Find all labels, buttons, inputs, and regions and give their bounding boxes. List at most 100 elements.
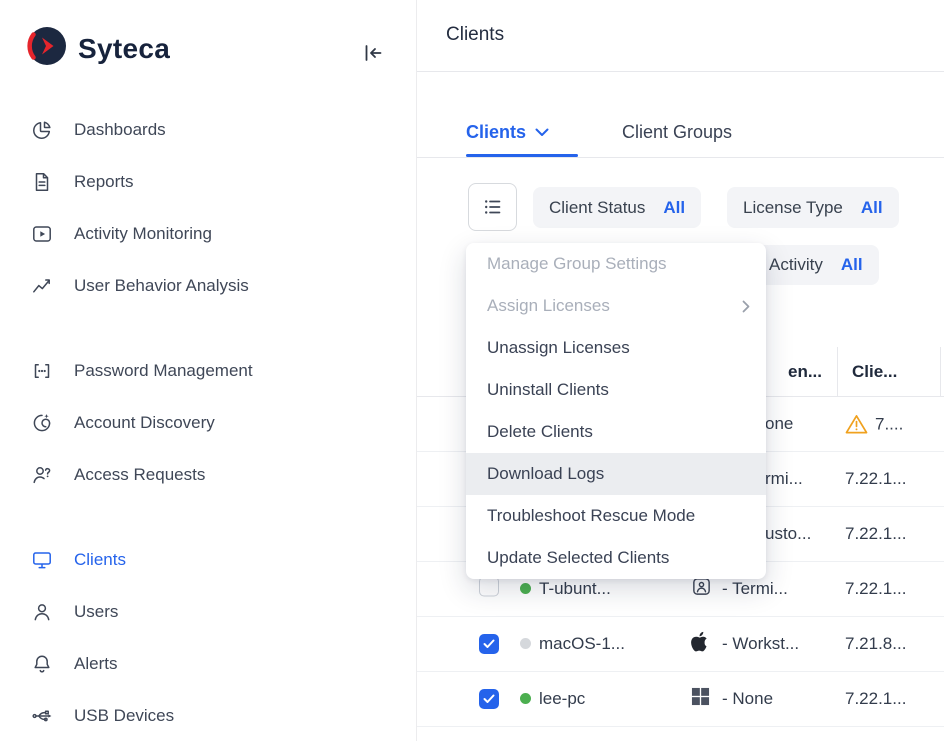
sidebar-item-label: Access Requests: [74, 465, 205, 485]
usb-devices-icon: [30, 704, 54, 728]
reports-icon: [30, 170, 54, 194]
sidebar-item-label: Dashboards: [74, 120, 166, 140]
sidebar-item-activity-monitoring[interactable]: Activity Monitoring: [0, 208, 416, 260]
menu-item-download-logs[interactable]: Download Logs: [466, 453, 766, 495]
activity-monitoring-icon: [30, 222, 54, 246]
client-version-text: 7.22.1...: [845, 689, 906, 709]
filter-activity[interactable]: Activity All: [753, 245, 879, 285]
column-header-client-version: Clie...: [852, 362, 897, 382]
tab-clients[interactable]: Clients: [466, 122, 549, 143]
menu-item-unassign-licenses[interactable]: Unassign Licenses: [466, 327, 766, 369]
list-icon: [482, 196, 504, 218]
client-type-cell: - Workst...: [722, 634, 799, 654]
sidebar-item-password-management[interactable]: Password Management: [0, 345, 416, 397]
sidebar-item-access-requests[interactable]: Access Requests: [0, 449, 416, 501]
tabs-divider: [417, 157, 944, 158]
client-type-cell: usto...: [765, 524, 811, 544]
client-version-cell: 7.22.1...: [845, 579, 906, 599]
sidebar-item-label: Password Management: [74, 361, 253, 381]
filter-value: All: [861, 198, 883, 218]
column-divider: [837, 347, 838, 397]
client-version-cell: 7.22.1...: [845, 524, 906, 544]
account-discovery-icon: [30, 411, 54, 435]
sidebar-item-alerts[interactable]: Alerts: [0, 638, 416, 690]
menu-item-troubleshoot-rescue-mode[interactable]: Troubleshoot Rescue Mode: [466, 495, 766, 537]
table-row[interactable]: macOS-1... - Workst... 7.21.8...: [417, 617, 944, 672]
client-version-cell: 7....: [845, 414, 903, 435]
sidebar-nav: Dashboards Reports Activity Monitoring U…: [0, 104, 416, 741]
client-name-cell: macOS-1...: [539, 634, 625, 654]
clients-icon: [30, 548, 54, 572]
client-version-text: 7.21.8...: [845, 634, 906, 654]
user-behavior-icon: [30, 274, 54, 298]
menu-item-update-selected-clients[interactable]: Update Selected Clients: [466, 537, 766, 579]
windows-os-icon: [691, 687, 710, 711]
status-online-dot: [520, 583, 531, 594]
logo-text: Syteca: [78, 33, 170, 65]
sidebar-item-dashboards[interactable]: Dashboards: [0, 104, 416, 156]
check-icon: [483, 694, 495, 704]
column-header: en...: [788, 362, 822, 382]
client-name-cell: T-ubunt...: [539, 579, 611, 599]
menu-item-assign-licenses: Assign Licenses: [466, 285, 766, 327]
client-version-cell: 7.22.1...: [845, 469, 906, 489]
sidebar-item-user-behavior-analysis[interactable]: User Behavior Analysis: [0, 260, 416, 312]
filter-client-status[interactable]: Client Status All: [533, 187, 701, 228]
main-content: Clients Clients Client Groups Client Sta…: [417, 0, 944, 741]
sidebar-item-label: Activity Monitoring: [74, 224, 212, 244]
client-name-cell: lee-pc: [539, 689, 585, 709]
row-checkbox[interactable]: [479, 689, 499, 709]
bulk-actions-button[interactable]: [468, 183, 517, 231]
sidebar-item-usb-devices[interactable]: USB Devices: [0, 690, 416, 741]
access-requests-icon: [30, 463, 54, 487]
client-type-cell: - None: [722, 689, 773, 709]
sidebar-item-label: Users: [74, 602, 118, 622]
filter-license-type[interactable]: License Type All: [727, 187, 899, 228]
client-version-cell: 7.21.8...: [845, 634, 906, 654]
client-type-cell: one: [765, 414, 793, 434]
filter-value: All: [841, 255, 863, 275]
chevron-right-icon: [742, 300, 750, 313]
page-title: Clients: [446, 24, 504, 46]
collapse-arrow-icon: [362, 42, 384, 64]
alerts-icon: [30, 652, 54, 676]
sidebar-item-clients[interactable]: Clients: [0, 534, 416, 586]
bulk-actions-menu: Manage Group Settings Assign Licenses Un…: [466, 243, 766, 579]
menu-item-label: Assign Licenses: [487, 296, 610, 316]
client-version-cell: 7.22.1...: [845, 689, 906, 709]
header-divider: [417, 71, 944, 72]
sidebar-item-label: Alerts: [74, 654, 117, 674]
client-version-text: 7....: [875, 414, 903, 434]
users-icon: [30, 600, 54, 624]
sidebar-item-label: Account Discovery: [74, 413, 215, 433]
filter-label: Activity: [769, 255, 823, 275]
logo: Syteca: [27, 26, 170, 71]
sidebar-item-users[interactable]: Users: [0, 586, 416, 638]
client-type-cell: rmi...: [765, 469, 803, 489]
sidebar: Syteca Dashboards Reports: [0, 0, 417, 741]
linux-os-icon: [691, 576, 712, 602]
password-management-icon: [30, 359, 54, 383]
collapse-sidebar-button[interactable]: [360, 40, 386, 66]
tab-client-groups[interactable]: Client Groups: [622, 122, 732, 143]
client-type-cell: - Termi...: [722, 579, 788, 599]
check-icon: [483, 639, 495, 649]
menu-item-delete-clients[interactable]: Delete Clients: [466, 411, 766, 453]
sidebar-item-reports[interactable]: Reports: [0, 156, 416, 208]
row-checkbox[interactable]: [479, 577, 499, 597]
dashboards-icon: [30, 118, 54, 142]
client-version-text: 7.22.1...: [845, 524, 906, 544]
row-checkbox[interactable]: [479, 634, 499, 654]
filter-label: License Type: [743, 198, 843, 218]
active-tab-indicator: [466, 154, 578, 157]
menu-item-manage-group-settings: Manage Group Settings: [466, 243, 766, 285]
sidebar-item-label: Reports: [74, 172, 134, 192]
sidebar-item-label: Clients: [74, 550, 126, 570]
sidebar-item-account-discovery[interactable]: Account Discovery: [0, 397, 416, 449]
table-row[interactable]: lee-pc - None 7.22.1...: [417, 672, 944, 727]
client-version-text: 7.22.1...: [845, 469, 906, 489]
sidebar-item-label: USB Devices: [74, 706, 174, 726]
status-offline-dot: [520, 638, 531, 649]
client-version-text: 7.22.1...: [845, 579, 906, 599]
menu-item-uninstall-clients[interactable]: Uninstall Clients: [466, 369, 766, 411]
